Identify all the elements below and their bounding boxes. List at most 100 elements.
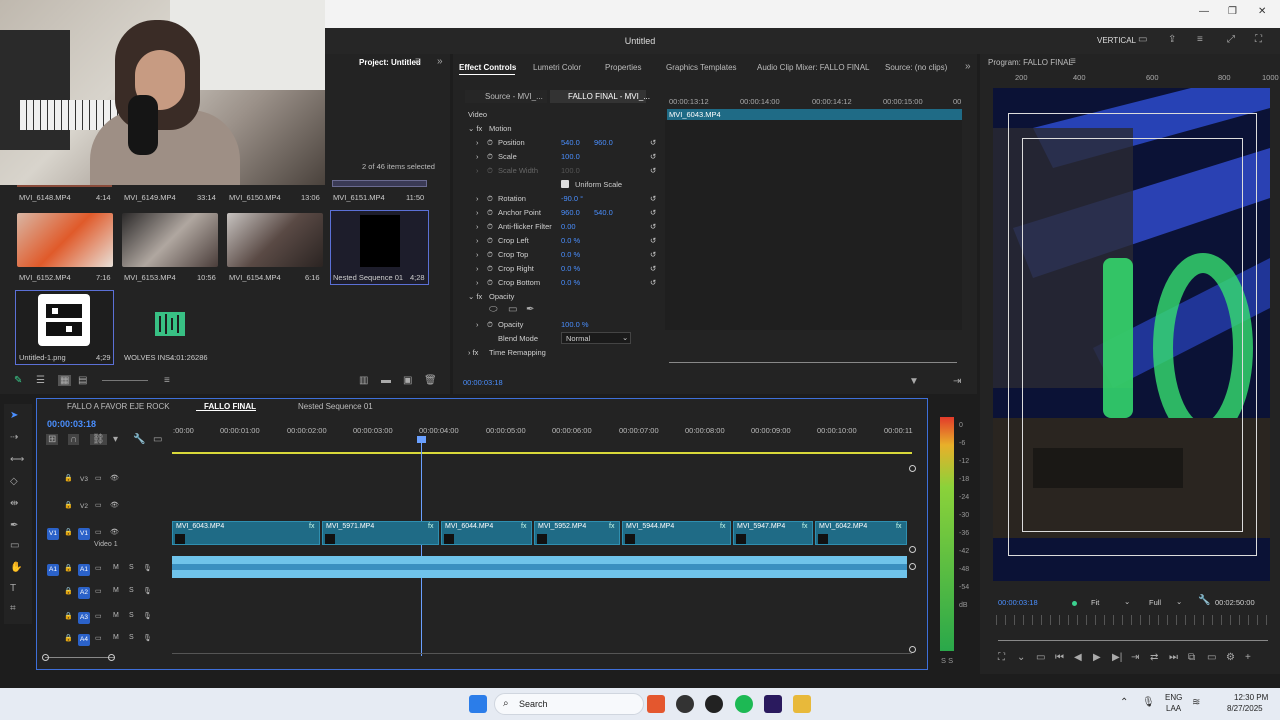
scroll-handle[interactable]: [909, 465, 916, 472]
reset-icon[interactable]: ↺: [650, 208, 656, 217]
ellipse-mask-icon[interactable]: ⬭: [489, 304, 498, 315]
clock-time[interactable]: 12:30 PM: [1234, 693, 1268, 702]
tab-sequence-clip[interactable]: FALLO FINAL - MVI_...: [550, 90, 650, 103]
track-target-A3[interactable]: A3: [78, 612, 90, 624]
thumb-mvi6153[interactable]: [122, 213, 218, 267]
captions-icon[interactable]: ▭: [153, 434, 162, 445]
step-forward-icon[interactable]: ▶|: [1112, 652, 1122, 663]
video-clip[interactable]: MVI_5944.MP4 fx: [622, 521, 731, 545]
razor-icon[interactable]: ◇: [10, 476, 18, 487]
property-value-1[interactable]: 0.0 %: [561, 264, 580, 273]
reset-icon[interactable]: ↺: [650, 250, 656, 259]
pen-tool-icon[interactable]: ✒: [10, 520, 18, 531]
expand-icon[interactable]: ⤢: [1227, 34, 1235, 45]
go-to-out-icon[interactable]: ⇥: [1131, 652, 1139, 663]
track-select-icon[interactable]: ⇢: [10, 432, 18, 443]
property-value-2[interactable]: 960.0: [594, 138, 613, 147]
step-back-icon[interactable]: ⏮: [1055, 652, 1064, 663]
expand-icon[interactable]: ›: [476, 222, 479, 231]
microphone-icon[interactable]: 🎙: [143, 587, 152, 595]
solo-button[interactable]: S: [129, 564, 134, 571]
effect-zoom-bar[interactable]: [669, 362, 957, 363]
solo-button[interactable]: S: [129, 612, 134, 619]
effect-keyframe-area[interactable]: [665, 120, 962, 330]
microphone-icon[interactable]: 🎙: [143, 612, 152, 620]
ripple-edit-icon[interactable]: ⟷: [10, 454, 24, 465]
close-icon[interactable]: ✕: [1258, 6, 1266, 17]
chevron-down-icon[interactable]: ⌄: [1017, 652, 1025, 663]
video-clip[interactable]: MVI_6042.MP4 fx: [815, 521, 907, 545]
chatgpt-icon[interactable]: [676, 695, 694, 713]
stopwatch-icon[interactable]: ⏱: [487, 208, 493, 218]
premiere-icon[interactable]: [764, 695, 782, 713]
chevron-down-icon[interactable]: ⌄ fx: [468, 124, 482, 133]
track-target-A1[interactable]: A1: [78, 564, 90, 576]
opacity-value[interactable]: 100.0 %: [561, 320, 589, 329]
list-view-icon[interactable]: ☰: [36, 375, 45, 386]
automate-icon[interactable]: ▥: [359, 375, 368, 386]
workspace-mode-label[interactable]: VERTICAL: [1097, 36, 1136, 45]
linked-selection-icon[interactable]: ⛓: [90, 434, 107, 445]
stopwatch-icon[interactable]: ⏱: [487, 222, 493, 232]
sync-lock-icon[interactable]: ▭: [95, 528, 102, 536]
sort-icon[interactable]: ≡: [164, 375, 170, 386]
tab-4[interactable]: Audio Clip Mixer: FALLO FINAL: [757, 63, 869, 72]
share-icon[interactable]: ⇪: [1168, 34, 1176, 45]
chrome-icon[interactable]: [705, 695, 723, 713]
lock-icon[interactable]: 🔒: [64, 501, 73, 509]
program-mini-ruler[interactable]: [996, 615, 1268, 625]
eye-icon[interactable]: 👁: [110, 528, 119, 536]
zoom-handle-right[interactable]: [108, 654, 115, 661]
language-indicator-2[interactable]: LAA: [1166, 704, 1181, 713]
blend-mode-select[interactable]: Normal ⌄: [561, 332, 631, 344]
filter-icon[interactable]: ▼: [909, 376, 919, 387]
reset-icon[interactable]: ↺: [650, 236, 656, 245]
expand-icon[interactable]: ›: [476, 250, 479, 259]
stopwatch-icon[interactable]: ⏱: [487, 138, 493, 148]
tab-2[interactable]: Properties: [605, 63, 641, 72]
stopwatch-icon[interactable]: ⏱: [487, 166, 493, 176]
video-clip[interactable]: MVI_5947.MP4 fx: [733, 521, 813, 545]
property-value-1[interactable]: 0.00: [561, 222, 576, 231]
stopwatch-icon[interactable]: ⏱: [487, 236, 493, 246]
scroll-handle[interactable]: [909, 563, 916, 570]
wrench-icon[interactable]: 🔧: [133, 434, 145, 445]
property-value-2[interactable]: 540.0: [594, 208, 613, 217]
new-item-icon[interactable]: ▣: [403, 375, 412, 386]
uniform-scale-checkbox[interactable]: [561, 180, 569, 188]
selection-tool-icon[interactable]: ➤: [10, 410, 18, 421]
video-clip[interactable]: MVI_5971.MP4 fx: [322, 521, 439, 545]
lock-icon[interactable]: 🔒: [64, 612, 73, 620]
track-target-V2[interactable]: V2: [78, 501, 90, 513]
reset-icon[interactable]: ↺: [650, 222, 656, 231]
sync-lock-icon[interactable]: ▭: [95, 587, 102, 595]
scroll-handle[interactable]: [909, 546, 916, 553]
eye-icon[interactable]: 👁: [110, 474, 119, 482]
property-value-1[interactable]: 0.0 %: [561, 236, 580, 245]
tab-1[interactable]: Lumetri Color: [533, 63, 581, 72]
add-icon[interactable]: +: [1245, 652, 1251, 663]
sync-lock-icon[interactable]: ▭: [95, 501, 102, 509]
marker-icon[interactable]: ▾: [113, 434, 118, 445]
reset-icon[interactable]: ↺: [650, 152, 656, 161]
insert-icon[interactable]: ▭: [1036, 652, 1045, 663]
program-timecode[interactable]: 00:00:03:18: [998, 598, 1038, 607]
slip-icon[interactable]: ⇹: [10, 498, 18, 509]
scroll-handle[interactable]: [909, 646, 916, 653]
timeline-timecode[interactable]: 00:00:03:18: [47, 419, 96, 429]
mute-button[interactable]: M: [113, 634, 119, 641]
sync-lock-icon[interactable]: ▭: [95, 474, 102, 482]
track-target-A4[interactable]: A4: [78, 634, 90, 646]
lock-icon[interactable]: 🔒: [64, 528, 73, 536]
file-explorer-icon[interactable]: [793, 695, 811, 713]
windows-start-icon[interactable]: [469, 695, 487, 713]
mute-button[interactable]: M: [113, 587, 119, 594]
track-target-V3[interactable]: V3: [78, 474, 90, 486]
safe-margins-icon[interactable]: ⛶: [998, 652, 1005, 663]
thumb-mvi6151[interactable]: [332, 180, 427, 187]
track-target-V1[interactable]: V1: [78, 528, 90, 540]
expand-icon[interactable]: ›: [476, 236, 479, 245]
lock-icon[interactable]: 🔒: [64, 474, 73, 482]
caption-tool-icon[interactable]: ⌗: [10, 603, 16, 614]
expand-icon[interactable]: ›: [476, 166, 479, 175]
